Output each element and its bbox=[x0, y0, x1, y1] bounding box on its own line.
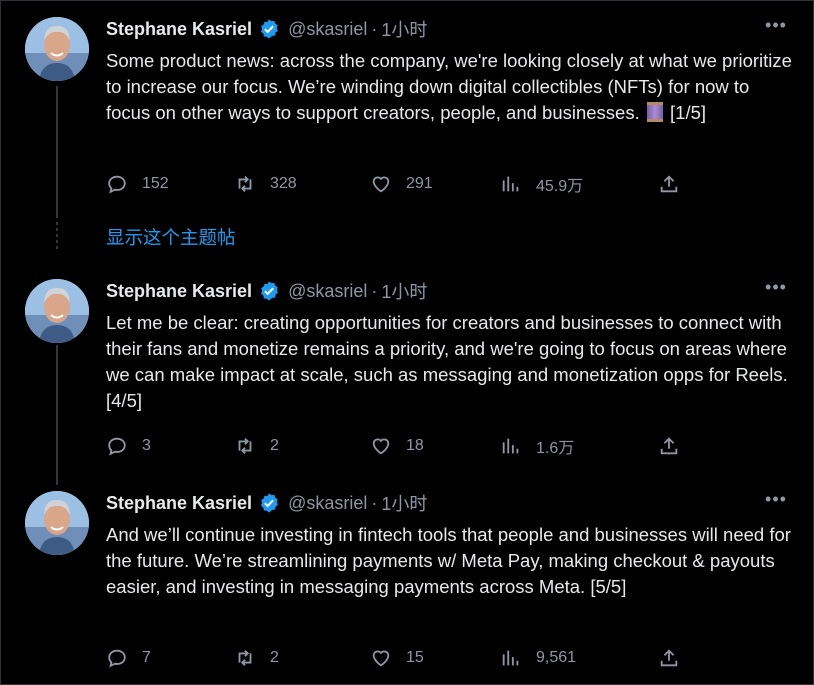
retweet-icon bbox=[238, 650, 252, 666]
share-icon bbox=[660, 649, 678, 667]
reply-icon bbox=[108, 649, 126, 668]
reply-button[interactable]: 3 bbox=[106, 434, 151, 458]
share-button[interactable] bbox=[658, 646, 694, 670]
heart-icon bbox=[372, 438, 390, 455]
views-count: 45.9万 bbox=[536, 178, 584, 195]
like-count: 291 bbox=[406, 175, 433, 192]
tweet-header: Stephane Kasriel @skasriel · 1小时 bbox=[106, 491, 427, 515]
tweet-actions: 7 2 15 9,561 bbox=[106, 646, 696, 670]
avatar[interactable] bbox=[25, 279, 89, 343]
share-button[interactable] bbox=[658, 172, 694, 196]
views-chart-icon bbox=[502, 176, 519, 192]
display-name[interactable]: Stephane Kasriel bbox=[106, 19, 252, 40]
verified-badge-icon bbox=[261, 281, 278, 301]
reply-button[interactable]: 152 bbox=[106, 172, 169, 196]
tweet-actions: 152 328 291 45.9万 bbox=[106, 172, 696, 196]
more-options-icon[interactable]: ••• bbox=[764, 278, 788, 303]
retweet-button[interactable]: 328 bbox=[234, 172, 297, 196]
share-icon bbox=[660, 437, 678, 455]
handle[interactable]: @skasriel bbox=[288, 281, 367, 302]
like-button[interactable]: 291 bbox=[370, 172, 433, 196]
separator: · bbox=[371, 492, 378, 513]
thread-connector bbox=[56, 345, 58, 485]
like-button[interactable]: 15 bbox=[370, 646, 424, 670]
reply-count: 3 bbox=[142, 437, 151, 454]
heart-icon bbox=[372, 650, 390, 667]
retweet-button[interactable]: 2 bbox=[234, 646, 279, 670]
tweet-header: Stephane Kasriel @skasriel · 1小时 bbox=[106, 279, 427, 303]
separator: · bbox=[371, 280, 378, 301]
views-count: 1.6万 bbox=[536, 440, 575, 457]
thread-gap-dots bbox=[56, 222, 58, 252]
tweet-actions: 3 2 18 1.6万 bbox=[106, 434, 696, 458]
tweet-text: And we’ll continue investing in fintech … bbox=[106, 524, 791, 597]
display-name[interactable]: Stephane Kasriel bbox=[106, 493, 252, 514]
views-button[interactable]: 1.6万 bbox=[500, 434, 574, 458]
views-count: 9,561 bbox=[536, 649, 577, 666]
like-count: 15 bbox=[406, 649, 424, 666]
avatar[interactable] bbox=[25, 17, 89, 81]
tweet-text: Let me be clear: creating opportunities … bbox=[106, 312, 788, 411]
tweet-text-suffix: [1/5] bbox=[670, 102, 707, 123]
handle[interactable]: @skasriel bbox=[288, 493, 367, 514]
separator: · bbox=[371, 18, 378, 39]
verified-badge-icon bbox=[261, 19, 278, 39]
views-chart-icon bbox=[502, 438, 519, 454]
spool-of-thread-icon bbox=[646, 102, 663, 122]
reply-count: 152 bbox=[142, 175, 169, 192]
display-name[interactable]: Stephane Kasriel bbox=[106, 281, 252, 302]
more-options-icon[interactable]: ••• bbox=[764, 490, 788, 515]
heart-icon bbox=[372, 176, 390, 193]
share-icon bbox=[660, 175, 678, 193]
reply-icon bbox=[108, 437, 126, 456]
retweet-icon bbox=[238, 176, 252, 192]
views-button[interactable]: 45.9万 bbox=[500, 172, 583, 196]
reply-count: 7 bbox=[142, 649, 151, 666]
tweet-text: Some product news: across the company, w… bbox=[106, 48, 796, 126]
retweet-count: 328 bbox=[270, 175, 297, 192]
share-button[interactable] bbox=[658, 434, 694, 458]
tweet-header: Stephane Kasriel @skasriel · 1小时 bbox=[106, 17, 427, 41]
like-button[interactable]: 18 bbox=[370, 434, 424, 458]
retweet-button[interactable]: 2 bbox=[234, 434, 279, 458]
like-count: 18 bbox=[406, 437, 424, 454]
verified-badge-icon bbox=[261, 493, 278, 513]
retweet-count: 2 bbox=[270, 649, 279, 666]
views-chart-icon bbox=[502, 650, 519, 666]
reply-button[interactable]: 7 bbox=[106, 646, 151, 670]
timestamp[interactable]: 1小时 bbox=[381, 16, 427, 42]
retweet-icon bbox=[238, 438, 252, 454]
views-button[interactable]: 9,561 bbox=[500, 646, 576, 670]
avatar[interactable] bbox=[25, 491, 89, 555]
handle[interactable]: @skasriel bbox=[288, 19, 367, 40]
reply-icon bbox=[108, 175, 126, 194]
show-thread-link[interactable]: 显示这个主题帖 bbox=[106, 224, 236, 250]
thread-connector bbox=[56, 86, 58, 218]
more-options-icon[interactable]: ••• bbox=[764, 16, 788, 41]
timestamp[interactable]: 1小时 bbox=[381, 278, 427, 304]
retweet-count: 2 bbox=[270, 437, 279, 454]
timestamp[interactable]: 1小时 bbox=[381, 490, 427, 516]
